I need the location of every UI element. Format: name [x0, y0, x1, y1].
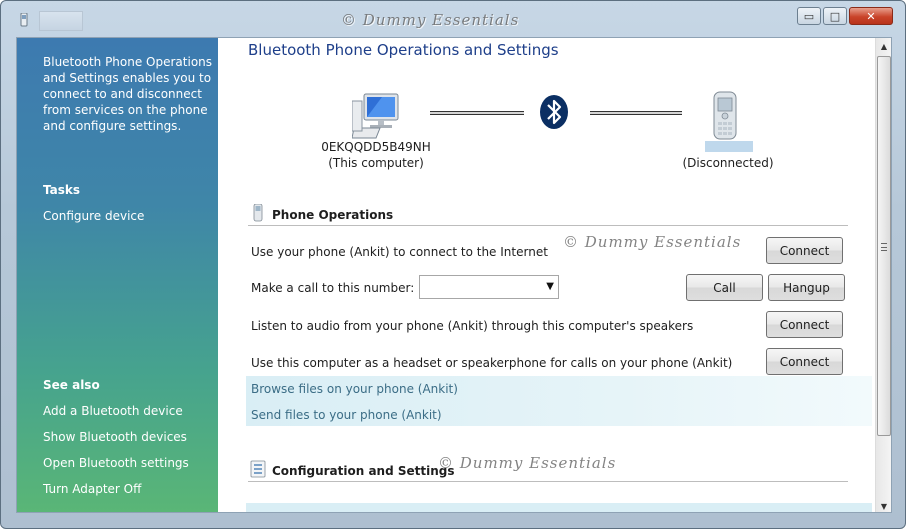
browse-files-link[interactable]: Browse files on your phone (Ankit) — [251, 382, 458, 396]
phone-number-combobox[interactable]: ▼ — [419, 275, 559, 299]
phone-status: (Disconnected) — [682, 156, 774, 170]
sidebar-link-configure-device[interactable]: Configure device — [43, 209, 144, 223]
scroll-up-arrow-icon[interactable]: ▲ — [876, 38, 891, 54]
main-content: Bluetooth Phone Operations and Settings — [218, 38, 875, 512]
sidebar-tasks-heading: Tasks — [43, 183, 81, 197]
computer-name: 0EKQQDD5B49NH — [321, 140, 431, 154]
connect-audio-button[interactable]: Connect — [766, 311, 843, 338]
sidebar-link-show-bluetooth-devices[interactable]: Show Bluetooth devices — [43, 430, 187, 444]
sidebar-link-open-bluetooth-settings[interactable]: Open Bluetooth settings — [43, 456, 189, 470]
watermark-text: © Dummy Essentials — [341, 11, 520, 29]
title-bar[interactable]: © Dummy Essentials ▭ □ ✕ — [1, 1, 905, 35]
scrollbar-grip-icon — [881, 243, 887, 251]
sidebar-link-add-bluetooth-device[interactable]: Add a Bluetooth device — [43, 404, 183, 418]
minimize-button[interactable]: ▭ — [797, 7, 821, 25]
close-button[interactable]: ✕ — [849, 7, 893, 25]
computer-icon — [352, 93, 399, 139]
connect-headset-button[interactable]: Connect — [766, 348, 843, 375]
client-area: Bluetooth Phone Operations and Settings … — [16, 37, 892, 513]
mobile-phone-icon — [713, 91, 737, 140]
internet-row-label: Use your phone (Ankit) to connect to the… — [251, 245, 548, 259]
bluetooth-phone-app-icon — [20, 13, 28, 27]
phone-operations-heading: Phone Operations — [272, 208, 394, 222]
watermark-text: © Dummy Essentials — [563, 233, 742, 251]
call-row-label: Make a call to this number: — [251, 281, 415, 295]
send-files-link[interactable]: Send files to your phone (Ankit) — [251, 408, 442, 422]
phone-operations-icon — [253, 204, 263, 222]
call-button[interactable]: Call — [686, 274, 763, 301]
settings-list-band — [246, 503, 872, 512]
connection-line-right — [590, 111, 682, 115]
dropdown-arrow-icon[interactable]: ▼ — [546, 281, 554, 292]
maximize-button[interactable]: □ — [823, 7, 847, 25]
app-window: © Dummy Essentials ▭ □ ✕ Bluetooth Phone… — [0, 0, 906, 529]
vertical-scrollbar[interactable]: ▲ ▼ — [875, 38, 891, 512]
connect-internet-button[interactable]: Connect — [766, 237, 843, 264]
settings-list-icon — [250, 460, 266, 478]
headset-row-label: Use this computer as a headset or speake… — [251, 356, 733, 370]
sidebar: Bluetooth Phone Operations and Settings … — [17, 38, 218, 512]
connection-line-left — [430, 111, 524, 115]
page-title: Bluetooth Phone Operations and Settings — [248, 41, 559, 59]
close-icon: ✕ — [866, 9, 876, 23]
sidebar-link-turn-adapter-off[interactable]: Turn Adapter Off — [43, 482, 141, 496]
configuration-settings-heading: Configuration and Settings — [272, 464, 455, 478]
audio-row-label: Listen to audio from your phone (Ankit) … — [251, 319, 694, 333]
configuration-settings-header: Configuration and Settings — [248, 458, 848, 482]
minimize-icon: ▭ — [803, 9, 815, 23]
phone-operations-header: Phone Operations — [248, 202, 848, 226]
computer-subtitle: (This computer) — [328, 156, 424, 170]
hangup-button[interactable]: Hangup — [768, 274, 845, 301]
sidebar-description: Bluetooth Phone Operations and Settings … — [43, 55, 213, 133]
bluetooth-icon — [540, 95, 568, 129]
window-title-redacted — [39, 11, 83, 31]
file-links-band: Browse files on your phone (Ankit) Send … — [246, 376, 872, 426]
window-controls: ▭ □ ✕ — [797, 7, 893, 25]
scroll-down-arrow-icon[interactable]: ▼ — [876, 498, 891, 512]
phone-name-redacted — [705, 141, 753, 152]
sidebar-see-also-heading: See also — [43, 378, 100, 392]
maximize-icon: □ — [829, 9, 841, 23]
scrollbar-thumb[interactable] — [877, 56, 891, 436]
